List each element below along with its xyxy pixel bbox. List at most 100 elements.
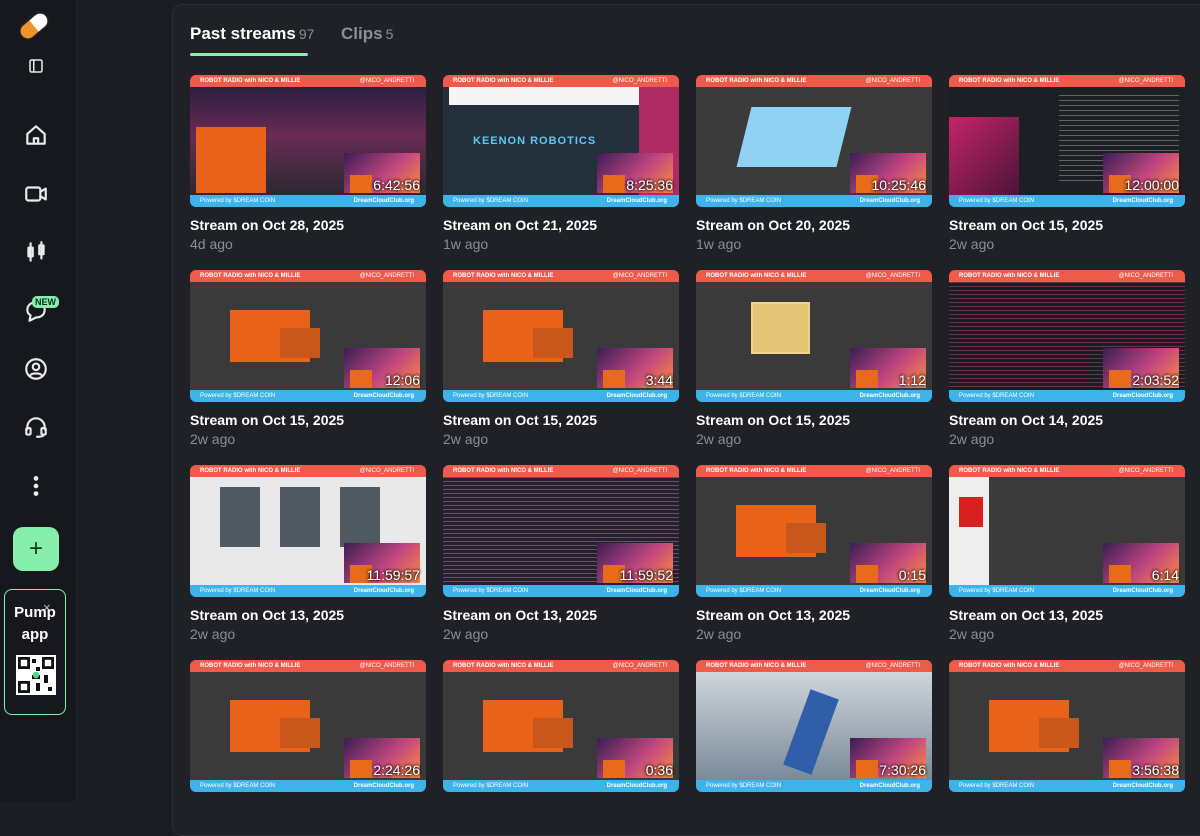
stream-age: 2w ago [443,626,489,642]
banner-powered-by: Powered by $DREAM COIN [706,588,782,594]
banner-powered-by: Powered by $DREAM COIN [959,198,1035,204]
pump-app-card[interactable]: Pump app × [4,589,66,715]
stream-card[interactable]: ROBOT RADIO with NICO & MILLIE @NICO_ANDR… [696,660,932,792]
banner-powered-by: Powered by $DREAM COIN [706,783,782,789]
stream-card[interactable]: ROBOT RADIO with NICO & MILLIE @NICO_ANDR… [696,465,932,642]
stream-title[interactable]: Stream on Oct 20, 2025 [696,217,850,233]
banner-handle: @NICO_ANDRETTI [1118,468,1173,474]
stream-title[interactable]: Stream on Oct 14, 2025 [949,412,1103,428]
thumbnail-header-banner: ROBOT RADIO with NICO & MILLIE @NICO_ANDR… [190,75,426,87]
pill-logo-icon[interactable] [14,6,54,46]
stream-title[interactable]: Stream on Oct 15, 2025 [190,412,344,428]
thumbnail-footer-banner: Powered by $DREAM COIN DreamCloudClub.org [949,195,1185,207]
banner-site: DreamCloudClub.org [606,393,667,399]
stream-card[interactable]: ROBOT RADIO with NICO & MILLIE @NICO_ANDR… [190,660,426,792]
stream-card[interactable]: ROBOT RADIO with NICO & MILLIE @NICO_ANDR… [949,465,1185,642]
thumbnail-footer-banner: Powered by $DREAM COIN DreamCloudClub.org [949,390,1185,402]
more-icon[interactable] [20,470,52,502]
create-button[interactable]: + [13,527,59,571]
thumbnail-header-banner: ROBOT RADIO with NICO & MILLIE @NICO_ANDR… [696,270,932,282]
stream-title[interactable]: Stream on Oct 21, 2025 [443,217,597,233]
stream-card[interactable]: ROBOT RADIO with NICO & MILLIE @NICO_ANDR… [696,75,932,252]
banner-powered-by: Powered by $DREAM COIN [200,588,276,594]
stream-card[interactable]: ROBOT RADIO with NICO & MILLIE @NICO_ANDR… [949,75,1185,252]
stream-thumbnail[interactable]: ROBOT RADIO with NICO & MILLIE @NICO_ANDR… [443,270,679,402]
stream-title[interactable]: Stream on Oct 13, 2025 [190,607,344,623]
banner-handle: @NICO_ANDRETTI [865,78,920,84]
thumbnail-header-banner: ROBOT RADIO with NICO & MILLIE @NICO_ANDR… [949,270,1185,282]
thumbnail-header-banner: ROBOT RADIO with NICO & MILLIE @NICO_ANDR… [949,660,1185,672]
stream-duration: 8:25:36 [626,177,673,193]
stream-age: 1w ago [443,236,489,252]
stream-thumbnail[interactable]: ROBOT RADIO with NICO & MILLIE @NICO_ANDR… [949,270,1185,402]
stream-thumbnail[interactable]: ROBOT RADIO with NICO & MILLIE @NICO_ANDR… [190,75,426,207]
stream-title[interactable]: Stream on Oct 13, 2025 [696,607,850,623]
stream-duration: 0:36 [645,762,673,778]
stream-thumbnail[interactable]: ROBOT RADIO with NICO & MILLIE @NICO_ANDR… [190,465,426,597]
stream-card[interactable]: ROBOT RADIO with NICO & MILLIE @NICO_ANDR… [190,75,426,252]
stream-thumbnail[interactable]: ROBOT RADIO with NICO & MILLIE @NICO_ANDR… [443,660,679,792]
banner-site: DreamCloudClub.org [606,588,667,594]
tab-past-streams[interactable]: Past streams 97 [190,24,314,44]
stream-age: 2w ago [949,236,995,252]
stream-thumbnail[interactable]: ROBOT RADIO with NICO & MILLIE @NICO_ANDR… [696,270,932,402]
stream-thumbnail[interactable]: ROBOT RADIO with NICO & MILLIE @NICO_ANDR… [949,660,1185,792]
thumbnail-footer-banner: Powered by $DREAM COIN DreamCloudClub.org [949,780,1185,792]
stream-title[interactable]: Stream on Oct 13, 2025 [949,607,1103,623]
video-camera-icon[interactable] [20,178,52,210]
pump-app-line2: app [21,626,49,643]
stream-duration: 12:00:00 [1124,177,1180,193]
sidebar-toggle-icon[interactable] [20,50,52,82]
stream-title[interactable]: Stream on Oct 15, 2025 [443,412,597,428]
banner-handle: @NICO_ANDRETTI [612,78,667,84]
banner-show-name: ROBOT RADIO with NICO & MILLIE [959,663,1060,669]
home-icon[interactable] [20,119,52,151]
banner-powered-by: Powered by $DREAM COIN [706,393,782,399]
stream-thumbnail[interactable]: ROBOT RADIO with NICO & MILLIE @NICO_ANDR… [696,465,932,597]
stream-title[interactable]: Stream on Oct 15, 2025 [949,217,1103,233]
headset-icon[interactable] [20,411,52,443]
thumbnail-footer-banner: Powered by $DREAM COIN DreamCloudClub.org [949,585,1185,597]
banner-handle: @NICO_ANDRETTI [865,468,920,474]
banner-site: DreamCloudClub.org [353,393,414,399]
stream-thumbnail[interactable]: ROBOT RADIO with NICO & MILLIE @NICO_ANDR… [696,75,932,207]
tab-clips[interactable]: Clips 5 [341,24,393,44]
stream-card[interactable]: ROBOT RADIO with NICO & MILLIE @NICO_ANDR… [190,270,426,447]
stream-thumbnail[interactable]: ROBOT RADIO with NICO & MILLIE @NICO_ANDR… [696,660,932,792]
profile-icon[interactable] [20,353,52,385]
stream-card[interactable]: ROBOT RADIO with NICO & MILLIE @NICO_ANDR… [443,270,679,447]
stream-thumbnail[interactable]: ROBOT RADIO with NICO & MILLIE @NICO_ANDR… [949,465,1185,597]
stream-thumbnail[interactable]: ROBOT RADIO with NICO & MILLIE @NICO_ANDR… [190,660,426,792]
thumbnail-header-banner: ROBOT RADIO with NICO & MILLIE @NICO_ANDR… [696,660,932,672]
stream-thumbnail[interactable]: ROBOT RADIO with NICO & MILLIE @NICO_ANDR… [949,75,1185,207]
stream-card[interactable]: ROBOT RADIO with NICO & MILLIE @NICO_ANDR… [949,270,1185,447]
stream-title[interactable]: Stream on Oct 28, 2025 [190,217,344,233]
banner-powered-by: Powered by $DREAM COIN [706,198,782,204]
stream-title[interactable]: Stream on Oct 15, 2025 [696,412,850,428]
banner-site: DreamCloudClub.org [1112,198,1173,204]
pump-app-label: Pump app [5,602,65,646]
banner-handle: @NICO_ANDRETTI [612,468,667,474]
banner-handle: @NICO_ANDRETTI [865,273,920,279]
banner-site: DreamCloudClub.org [859,588,920,594]
stream-thumbnail[interactable]: ROBOT RADIO with NICO & MILLIE @NICO_ANDR… [190,270,426,402]
banner-handle: @NICO_ANDRETTI [1118,78,1173,84]
stream-card[interactable]: ROBOT RADIO with NICO & MILLIE @NICO_ANDR… [190,465,426,642]
stream-card[interactable]: ROBOT RADIO with NICO & MILLIE @NICO_ANDR… [443,75,679,252]
stream-thumbnail[interactable]: ROBOT RADIO with NICO & MILLIE @NICO_ANDR… [443,465,679,597]
stream-card[interactable]: ROBOT RADIO with NICO & MILLIE @NICO_ANDR… [443,465,679,642]
thumbnail-header-banner: ROBOT RADIO with NICO & MILLIE @NICO_ANDR… [949,465,1185,477]
thumbnail-footer-banner: Powered by $DREAM COIN DreamCloudClub.org [443,195,679,207]
banner-powered-by: Powered by $DREAM COIN [453,588,529,594]
candlestick-icon[interactable] [20,236,52,268]
close-icon[interactable]: × [43,600,51,615]
stream-thumbnail[interactable]: ROBOT RADIO with NICO & MILLIE @NICO_ANDR… [443,75,679,207]
banner-handle: @NICO_ANDRETTI [359,663,414,669]
banner-site: DreamCloudClub.org [1112,393,1173,399]
stream-title[interactable]: Stream on Oct 13, 2025 [443,607,597,623]
stream-card[interactable]: ROBOT RADIO with NICO & MILLIE @NICO_ANDR… [696,270,932,447]
stream-age: 2w ago [190,431,236,447]
banner-show-name: ROBOT RADIO with NICO & MILLIE [706,78,807,84]
stream-card[interactable]: ROBOT RADIO with NICO & MILLIE @NICO_ANDR… [949,660,1185,792]
stream-card[interactable]: ROBOT RADIO with NICO & MILLIE @NICO_ANDR… [443,660,679,792]
